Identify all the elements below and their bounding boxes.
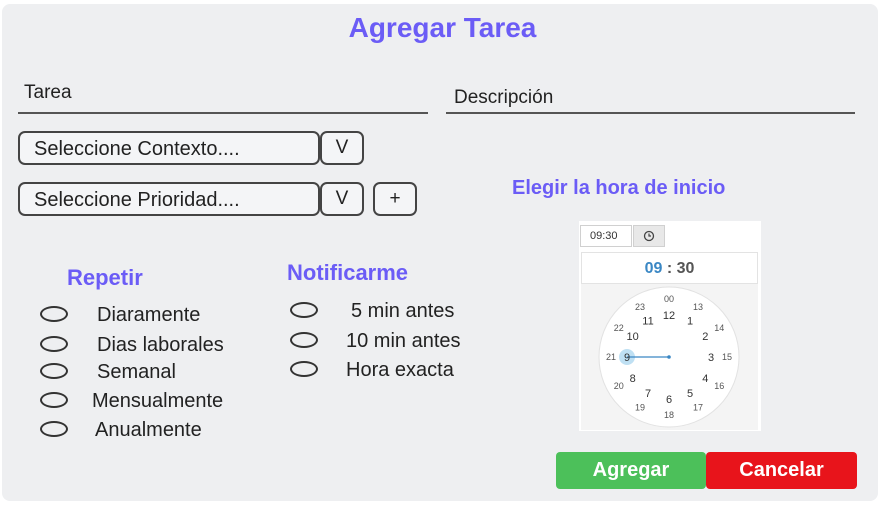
clock-hour-outer[interactable]: 18 [664, 410, 674, 420]
time-separator: : [666, 260, 673, 277]
clock-hour-inner[interactable]: 4 [702, 373, 708, 385]
clock-hour-outer[interactable]: 20 [614, 381, 624, 391]
clock-hour-inner[interactable]: 8 [630, 373, 636, 385]
add-prioridad-button[interactable]: + [373, 182, 417, 216]
time-display: 09 : 30 [581, 252, 758, 284]
descripcion-field-label: Descripción [454, 87, 554, 108]
clock-hour-outer[interactable]: 22 [614, 323, 624, 333]
radio-button[interactable] [40, 363, 68, 379]
clock-hour-outer[interactable]: 15 [722, 352, 732, 362]
clock-hour-inner[interactable]: 2 [702, 331, 708, 343]
repetir-option[interactable]: Mensualmente [40, 390, 260, 414]
notificarme-title: Notificarme [287, 260, 409, 285]
clock-hour-inner[interactable]: 12 [663, 310, 675, 322]
descripcion-input-underline[interactable] [446, 112, 855, 114]
contexto-select[interactable]: Seleccione Contexto.... [18, 131, 320, 165]
tarea-input-underline[interactable] [18, 112, 428, 114]
clock-hour-inner[interactable]: 1 [687, 315, 693, 327]
radio-button[interactable] [40, 336, 68, 352]
repetir-option[interactable]: Semanal [40, 361, 260, 385]
clock-dial[interactable]: 00131415161718192021222312 1234567891011 [581, 284, 758, 430]
repetir-option[interactable]: Diaramente [40, 304, 260, 328]
agregar-button[interactable]: Agregar [556, 452, 706, 489]
notificarme-option[interactable]: Hora exacta [290, 359, 500, 383]
prioridad-dropdown-button[interactable]: V [320, 182, 364, 216]
clock-dial-area: 00 13 14 15 16 17 18 19 20 21 22 23 12 1 2 3 4 5 6 7 8 9 10 11 [581, 284, 758, 430]
clock-hour-outer[interactable]: 16 [714, 381, 724, 391]
clock-icon [643, 230, 655, 242]
clock-hour-inner[interactable]: 9 [624, 352, 630, 364]
prioridad-select[interactable]: Seleccione Prioridad.... [18, 182, 320, 216]
clock-hour-inner[interactable]: 6 [666, 394, 672, 406]
clock-hour-inner[interactable]: 7 [645, 388, 651, 400]
page-title: Agregar Tarea [348, 12, 537, 43]
radio-button[interactable] [290, 332, 318, 348]
clock-hour-outer[interactable]: 21 [606, 352, 616, 362]
clock-hour-inner[interactable]: 10 [627, 331, 639, 343]
prioridad-select-value: Seleccione Prioridad.... [34, 189, 240, 211]
clock-hour-outer[interactable]: 19 [635, 402, 645, 412]
clock-hour-inner[interactable]: 3 [708, 352, 714, 364]
radio-button[interactable] [40, 306, 68, 322]
radio-button[interactable] [40, 421, 68, 437]
repetir-option[interactable]: Dias laborales [40, 334, 260, 358]
clock-hour-inner[interactable]: 5 [687, 388, 693, 400]
clock-center-dot [667, 355, 671, 359]
clock-hour-inner[interactable]: 11 [642, 315, 653, 327]
start-time-title: Elegir la hora de inicio [512, 177, 726, 199]
clock-hour-outer[interactable]: 13 [693, 302, 703, 312]
minute-display[interactable]: 30 [677, 260, 695, 277]
radio-button[interactable] [290, 361, 318, 377]
repetir-title: Repetir [67, 265, 143, 290]
cancelar-button[interactable]: Cancelar [706, 452, 857, 489]
tarea-field-label: Tarea [24, 82, 72, 103]
clock-toggle-button[interactable] [633, 225, 665, 247]
repetir-option[interactable]: Anualmente [40, 419, 260, 443]
clock-hour-outer[interactable]: 14 [714, 323, 724, 333]
contexto-dropdown-button[interactable]: V [320, 131, 364, 165]
time-input[interactable]: 09:30 [580, 225, 632, 247]
contexto-select-value: Seleccione Contexto.... [34, 138, 240, 160]
notificarme-option[interactable]: 5 min antes [290, 300, 500, 324]
clock-hour-outer[interactable]: 17 [693, 402, 703, 412]
notificarme-option[interactable]: 10 min antes [290, 330, 500, 354]
clock-hour-outer[interactable]: 00 [664, 294, 674, 304]
clock-hour-outer[interactable]: 23 [635, 302, 645, 312]
radio-button[interactable] [290, 302, 318, 318]
radio-button[interactable] [40, 392, 68, 408]
hour-display[interactable]: 09 [645, 260, 663, 277]
